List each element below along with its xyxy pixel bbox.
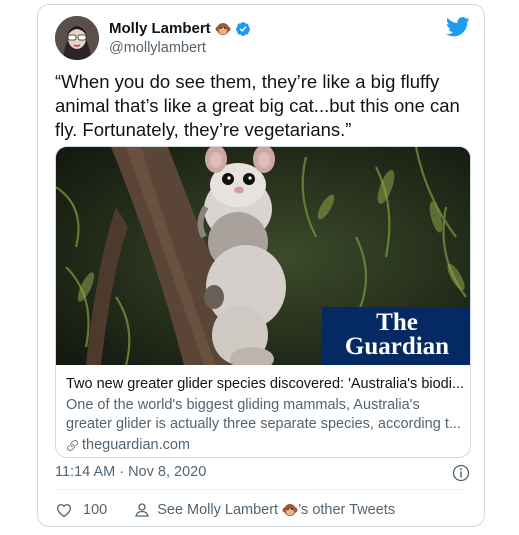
tweet-text: “When you do see them, they’re like a bi… [55,71,460,140]
like-count[interactable]: 100 [83,502,107,518]
tweet-timestamp[interactable]: 11:14 AM · Nov 8, 2020 [55,464,206,480]
link-icon [67,440,78,451]
guardian-logo-line1: The [376,309,418,336]
guardian-logo: The Guardian [322,307,470,365]
guardian-logo-line2: Guardian [344,333,450,360]
person-icon [135,503,150,517]
link-card-title[interactable]: Two new greater glider species discovere… [66,375,466,394]
author-name[interactable]: Molly Lambert [109,20,251,37]
like-button[interactable]: 100 [55,501,107,519]
author-handle[interactable]: @mollylambert [109,40,206,56]
see-other-tweets-link[interactable]: See Molly Lambert ’s other Tweets [133,501,395,519]
link-card-domain[interactable]: theguardian.com [66,436,466,455]
info-icon[interactable] [452,464,470,482]
greater-glider-photo[interactable]: The Guardian [56,147,470,365]
verified-badge-icon [235,21,250,36]
twitter-bird-icon[interactable] [446,17,470,37]
other-tweets-prefix[interactable]: See Molly Lambert [157,502,278,518]
author-name-text[interactable]: Molly Lambert [109,20,211,37]
tweet-embed-card: Molly Lambert @mollylambert “When you do… [37,4,485,527]
tweet-actions: 100 See Molly Lambert ’s other Tweets [55,501,395,519]
heart-icon[interactable] [55,501,73,519]
link-card-domain-text[interactable]: theguardian.com [82,436,190,455]
link-card-description[interactable]: One of the world's biggest gliding mamma… [66,396,466,434]
other-tweets-suffix[interactable]: ’s other Tweets [298,502,395,518]
monkey-face-emoji-icon [215,22,231,35]
author-avatar[interactable] [55,16,99,60]
link-card-meta[interactable]: Two new greater glider species discovere… [66,375,466,455]
monkey-face-emoji-icon [282,504,298,516]
action-divider [55,489,467,490]
link-preview-card[interactable]: The Guardian Two new greater glider spec… [55,146,471,458]
